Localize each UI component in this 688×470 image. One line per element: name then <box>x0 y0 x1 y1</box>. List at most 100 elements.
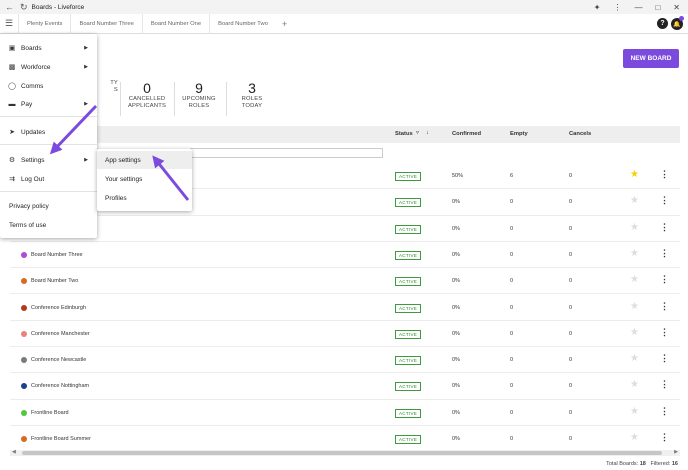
cancels-value: 0 <box>569 436 573 442</box>
menu-item-boards[interactable]: ▣ Boards ▶ <box>0 39 97 57</box>
empty-value: 0 <box>510 383 514 390</box>
star-icon[interactable]: ★ <box>630 379 639 390</box>
table-row[interactable]: Conference Edinburgh ACTIVE 0% 0 0 ★ ⋮ <box>10 295 680 321</box>
confirmed-column-header[interactable]: Confirmed <box>452 131 481 137</box>
board-color-dot <box>21 436 27 442</box>
tab-board-number-two[interactable]: Board Number Two <box>209 13 276 34</box>
name-filter-input[interactable] <box>190 148 383 158</box>
star-icon[interactable]: ★ <box>630 353 639 364</box>
filter-icon[interactable]: ▿ <box>416 130 419 136</box>
hamburger-menu-icon[interactable]: ☰ <box>0 18 18 29</box>
table-row[interactable]: Frontline Board Summer ACTIVE 0% 0 0 ★ ⋮ <box>10 426 680 453</box>
cancels-value: 0 <box>569 383 573 390</box>
menu-item-comms[interactable]: ◯ Comms <box>0 77 97 95</box>
star-icon[interactable]: ★ <box>630 274 639 285</box>
more-options-icon[interactable]: ⋮ <box>660 406 669 417</box>
status-badge: ACTIVE <box>395 224 422 234</box>
star-icon[interactable]: ★ <box>630 222 639 233</box>
confirmed-value: 0% <box>452 278 460 285</box>
menu-item-privacy-policy[interactable]: Privacy policy <box>0 197 97 215</box>
minimize-icon[interactable]: — <box>634 3 642 12</box>
scrollbar-thumb[interactable] <box>22 451 662 455</box>
more-options-icon[interactable]: ⋮ <box>613 3 621 12</box>
close-icon[interactable]: ✕ <box>673 3 680 12</box>
cancels-value: 0 <box>569 173 573 179</box>
submenu-item-profiles[interactable]: Profiles <box>97 189 192 207</box>
more-options-icon[interactable]: ⋮ <box>660 248 669 259</box>
board-name[interactable]: Conference Newcastle <box>31 357 86 363</box>
menu-item-terms-of-use[interactable]: Terms of use <box>0 216 97 234</box>
star-icon[interactable]: ★ <box>630 248 639 259</box>
menu-divider <box>0 116 97 117</box>
menu-item-pay[interactable]: ▬ Pay ▶ <box>0 95 97 113</box>
empty-column-header[interactable]: Empty <box>510 131 528 137</box>
empty-value: 0 <box>510 304 514 311</box>
chevron-right-icon: ▶ <box>84 45 88 51</box>
maximize-icon[interactable]: □ <box>655 3 660 12</box>
tab-board-number-three[interactable]: Board Number Three <box>70 13 141 34</box>
scroll-left-icon[interactable]: ◀ <box>12 449 16 455</box>
more-options-icon[interactable]: ⋮ <box>660 353 669 364</box>
submenu-item-your-settings[interactable]: Your settings <box>97 170 192 188</box>
table-row[interactable]: Conference Newcastle ACTIVE 0% 0 0 ★ ⋮ <box>10 347 680 374</box>
confirmed-value: 0% <box>452 330 460 337</box>
status-badge: ACTIVE <box>395 172 422 181</box>
scroll-right-icon[interactable]: ▶ <box>674 449 678 455</box>
star-icon[interactable]: ★ <box>630 327 639 338</box>
more-options-icon[interactable]: ⋮ <box>660 222 669 233</box>
more-options-icon[interactable]: ⋮ <box>660 301 669 312</box>
horizontal-scrollbar[interactable]: ◀ ▶ <box>10 449 680 456</box>
tab-plenty-events[interactable]: Plenty Events <box>18 13 70 34</box>
menu-item-workforce[interactable]: ▩ Workforce ▶ <box>0 58 97 76</box>
board-name[interactable]: Frontline Board Summer <box>31 436 91 442</box>
more-options-icon[interactable]: ⋮ <box>660 379 669 390</box>
board-color-dot <box>21 409 27 416</box>
submenu-item-app-settings[interactable]: App settings <box>97 151 192 169</box>
status-column-header[interactable]: Status <box>395 131 413 137</box>
star-icon[interactable]: ★ <box>630 195 639 206</box>
empty-value: 0 <box>510 251 514 258</box>
table-row[interactable]: ACTIVE 0% 0 0 ★ ⋮ <box>10 216 680 242</box>
menu-item-settings[interactable]: ⚙ Settings ▶ <box>0 151 97 169</box>
menu-item-updates[interactable]: ➤ Updates <box>0 123 97 141</box>
menu-item-logout[interactable]: ⇉ Log Out <box>0 170 97 188</box>
board-name[interactable]: Board Number Three <box>31 252 83 258</box>
new-board-button[interactable]: NEW BOARD <box>623 49 679 68</box>
stat-cancelled-applicants: 0 CANCELLED APPLICANTS <box>127 80 167 109</box>
tab-board-number-one[interactable]: Board Number One <box>141 13 209 34</box>
table-row[interactable]: Conference Manchester ACTIVE 0% 0 0 ★ ⋮ <box>10 321 680 348</box>
star-icon[interactable]: ★ <box>630 406 639 417</box>
chevron-right-icon: ▶ <box>84 157 88 163</box>
add-tab-button[interactable]: + <box>276 19 293 29</box>
refresh-icon[interactable]: ↻ <box>20 2 28 13</box>
confirmed-value: 0% <box>452 436 460 442</box>
more-options-icon[interactable]: ⋮ <box>660 169 669 180</box>
cancels-value: 0 <box>569 278 573 285</box>
star-icon[interactable]: ★ <box>630 432 639 443</box>
table-row[interactable]: Frontline Board ACTIVE 0% 0 0 ★ ⋮ <box>10 400 680 426</box>
confirmed-value: 0% <box>452 357 460 364</box>
notification-badge <box>679 16 684 21</box>
board-name[interactable]: Board Number Two <box>31 278 78 284</box>
board-name[interactable]: Frontline Board <box>31 410 69 416</box>
more-options-icon[interactable]: ⋮ <box>660 195 669 206</box>
table-row[interactable]: Board Number Three ACTIVE 0% 0 0 ★ ⋮ <box>10 242 680 269</box>
more-options-icon[interactable]: ⋮ <box>660 274 669 285</box>
star-icon[interactable]: ★ <box>630 301 639 312</box>
status-badge: ACTIVE <box>395 250 422 260</box>
board-name[interactable]: Conference Edinburgh <box>31 305 86 311</box>
back-icon[interactable]: ← <box>5 2 14 12</box>
more-options-icon[interactable]: ⋮ <box>660 327 669 338</box>
board-name[interactable]: Conference Manchester <box>31 331 90 337</box>
star-icon[interactable]: ★ <box>630 169 639 180</box>
extensions-icon[interactable]: ✦ <box>594 3 601 12</box>
table-row[interactable]: Conference Nottingham ACTIVE 0% 0 0 ★ ⋮ <box>10 373 680 400</box>
board-name[interactable]: Conference Nottingham <box>31 383 89 389</box>
table-row[interactable]: Board Number Two ACTIVE 0% 0 0 ★ ⋮ <box>10 268 680 295</box>
cancels-column-header[interactable]: Cancels <box>569 131 591 137</box>
tab-bar: ☰ Plenty Events Board Number Three Board… <box>0 13 688 34</box>
menu-divider <box>0 191 97 192</box>
sort-down-icon[interactable]: ↓ <box>426 130 429 136</box>
more-options-icon[interactable]: ⋮ <box>660 432 669 443</box>
help-icon[interactable]: ? <box>657 18 668 29</box>
